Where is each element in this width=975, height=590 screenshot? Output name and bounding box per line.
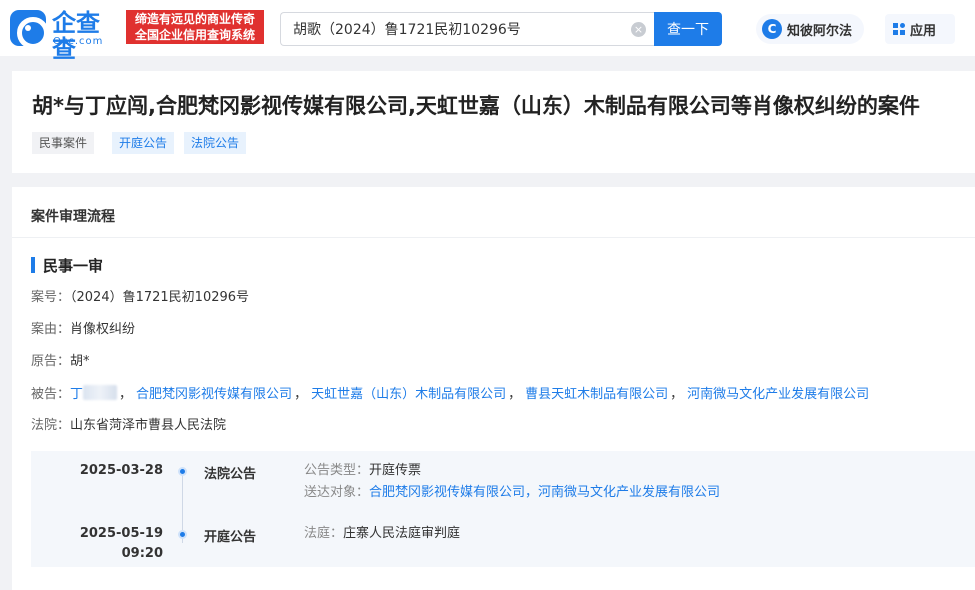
defendant-link[interactable]: 丁 <box>70 387 83 402</box>
zhibi-label: 知彼阿尔法 <box>787 24 853 39</box>
timeline-time: 09:20 <box>121 546 163 561</box>
timeline-event-type: 开庭公告 <box>204 530 257 545</box>
case-title-card: 胡*与丁应闯,合肥梵冈影视传媒有限公司,天虹世嘉（山东）木制品有限公司等肖像权纠… <box>12 71 975 173</box>
tag-court-notice[interactable]: 法院公告 <box>184 132 247 154</box>
served-parties-link[interactable]: 合肥梵冈影视传媒有限公司，河南微马文化产业发展有限公司 <box>369 485 720 500</box>
detail-value: 开庭传票 <box>369 463 422 478</box>
cause-row: 案由：肖像权纠纷 <box>31 321 135 339</box>
stage-title: 民事一审 <box>43 257 104 275</box>
apps-label: 应用 <box>910 24 937 39</box>
timeline-event-type: 法院公告 <box>204 467 257 482</box>
plaintiff-label: 原告： <box>31 354 71 369</box>
defendant-label: 被告： <box>31 387 71 402</box>
court-label: 法院： <box>31 418 71 433</box>
case-process-card: 案件审理流程 民事一审 案号：（2024）鲁1721民初10296号 案由：肖像… <box>12 187 975 590</box>
zhibi-alpha-button[interactable]: C 知彼阿尔法 <box>756 14 864 44</box>
timeline-dot <box>178 530 187 539</box>
separator: ， <box>508 387 522 402</box>
timeline-detail: 公告类型：开庭传票 <box>304 461 421 481</box>
court-row: 法院：山东省菏泽市曹县人民法院 <box>31 417 226 435</box>
separator: ， <box>119 387 133 402</box>
plaintiff-row: 原告：胡* <box>31 353 90 371</box>
case-number-row: 案号：（2024）鲁1721民初10296号 <box>31 289 249 307</box>
search-input[interactable] <box>281 13 621 45</box>
stage-accent-bar <box>31 257 35 273</box>
page-title: 胡*与丁应闯,合肥梵冈影视传媒有限公司,天虹世嘉（山东）木制品有限公司等肖像权纠… <box>32 94 920 118</box>
top-header: 企查查 Qcc.com 缔造有远见的商业传奇 全国企业信用查询系统 × 查一下 … <box>0 0 975 62</box>
detail-label: 法庭： <box>304 526 344 541</box>
slogan-line-2: 全国企业信用查询系统 <box>134 28 255 42</box>
defendant-link[interactable]: 曹县天虹木制品有限公司 <box>525 387 668 402</box>
grid-icon <box>893 23 905 35</box>
logo-sub: Qcc.com <box>53 36 104 47</box>
slogan-line-1: 缔造有远见的商业传奇 <box>134 12 255 26</box>
tag-hearing-notice[interactable]: 开庭公告 <box>112 132 175 154</box>
case-number-label: 案号： <box>31 290 71 305</box>
defendant-row: 被告：丁，合肥梵冈影视传媒有限公司，天虹世嘉（山东）木制品有限公司，曹县天虹木制… <box>31 385 869 403</box>
apps-button[interactable]: 应用 <box>885 14 955 44</box>
timeline-detail: 法庭：庄寨人民法庭审判庭 <box>304 524 460 544</box>
clear-icon[interactable]: × <box>631 22 646 37</box>
search-button[interactable]: 查一下 <box>654 12 722 46</box>
case-timeline: 2025-03-28 法院公告 公告类型：开庭传票 送达对象：合肥梵冈影视传媒有… <box>31 451 975 567</box>
plaintiff-value: 胡* <box>70 354 90 369</box>
zhibi-logo-icon: C <box>762 19 782 39</box>
separator: ， <box>670 387 684 402</box>
search-box: × <box>280 12 654 46</box>
timeline-dot <box>178 467 187 476</box>
detail-label: 送达对象： <box>304 485 370 500</box>
slogan-banner: 缔造有远见的商业传奇 全国企业信用查询系统 <box>126 10 264 44</box>
court-value: 山东省菏泽市曹县人民法院 <box>70 418 227 433</box>
qcc-logo-icon <box>10 10 49 49</box>
detail-label: 公告类型： <box>304 463 370 478</box>
separator: ， <box>294 387 308 402</box>
timeline-date: 2025-05-19 <box>79 526 163 541</box>
defendant-link[interactable]: 河南微马文化产业发展有限公司 <box>687 387 869 402</box>
cause-label: 案由： <box>31 322 71 337</box>
defendant-link[interactable]: 合肥梵冈影视传媒有限公司 <box>136 387 292 402</box>
cause-value: 肖像权纠纷 <box>70 322 136 337</box>
qcc-logo[interactable]: 企查查 Qcc.com <box>10 10 122 62</box>
defendant-link[interactable]: 天虹世嘉（山东）木制品有限公司 <box>311 387 506 402</box>
section-title: 案件审理流程 <box>31 209 115 225</box>
divider <box>12 237 975 238</box>
tag-civil-case: 民事案件 <box>32 132 95 154</box>
detail-value: 庄寨人民法庭审判庭 <box>343 526 461 541</box>
blurred-name <box>83 385 118 400</box>
timeline-date: 2025-03-28 <box>79 463 163 478</box>
timeline-detail: 送达对象：合肥梵冈影视传媒有限公司，河南微马文化产业发展有限公司 <box>304 483 720 503</box>
case-number-value: （2024）鲁1721民初10296号 <box>70 290 250 305</box>
